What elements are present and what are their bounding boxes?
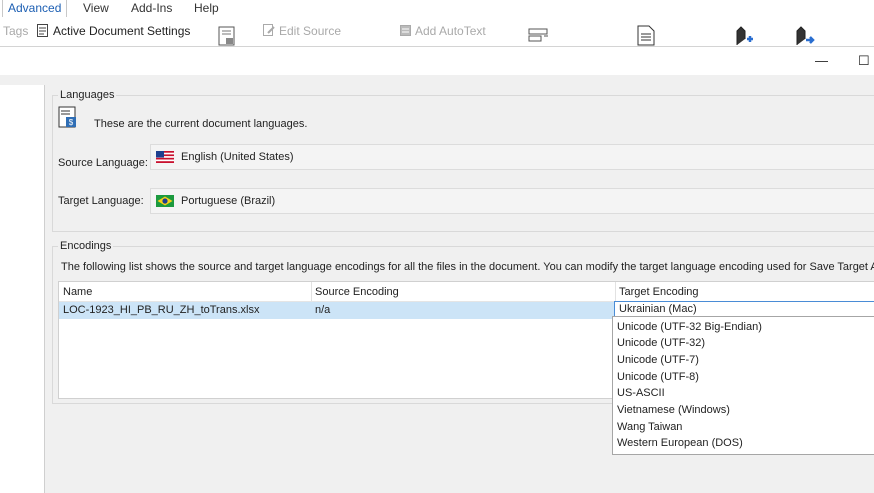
us-flag-icon <box>156 151 174 163</box>
encoding-option[interactable]: Unicode (UTF-32) <box>617 337 705 349</box>
target-language-label: Target Language: <box>58 195 144 207</box>
add-autotext-icon <box>400 25 411 39</box>
active-document-settings-button[interactable]: Active Document Settings <box>53 24 190 38</box>
target-encoding-dropdown: Unicode (UTF-32 Big-Endian) Unicode (UTF… <box>612 316 874 455</box>
navigation-pane <box>0 85 45 493</box>
tab-help[interactable]: Help <box>194 1 219 15</box>
row-file-name: LOC-1923_HI_PB_RU_ZH_toTrans.xlsx <box>63 304 260 316</box>
row-source-encoding: n/a <box>315 304 331 316</box>
encoding-option[interactable]: Wang Taiwan <box>617 421 682 433</box>
language-document-icon: $ <box>58 106 78 131</box>
source-language-field[interactable]: English (United States) <box>150 144 874 170</box>
window-title-strip: — ☐ <box>0 47 874 75</box>
edit-source-button[interactable]: Edit Source <box>279 24 341 38</box>
source-language-label: Source Language: <box>58 157 148 169</box>
document-text-icon[interactable] <box>637 25 655 49</box>
target-encoding-value: Ukrainian (Mac) <box>619 303 697 315</box>
languages-group-title: Languages <box>58 89 117 101</box>
brazil-flag-icon <box>156 195 174 207</box>
encoding-option[interactable]: Western European (DOS) <box>617 437 743 449</box>
edit-source-icon <box>263 24 275 39</box>
encoding-option[interactable]: US-ASCII <box>617 387 665 399</box>
target-language-value: Portuguese (Brazil) <box>181 195 276 207</box>
field-form-icon[interactable] <box>528 28 550 49</box>
languages-description: These are the current document languages… <box>94 118 308 130</box>
encoding-option[interactable]: Unicode (UTF-8) <box>617 371 699 383</box>
document-settings-icon <box>37 24 48 40</box>
minimize-button[interactable]: — <box>815 53 828 68</box>
tab-advanced[interactable]: Advanced <box>1 0 68 17</box>
tab-view[interactable]: View <box>83 1 109 15</box>
maximize-button[interactable]: ☐ <box>858 53 870 69</box>
tab-add-ins[interactable]: Add-Ins <box>131 1 172 15</box>
document-lock-icon[interactable] <box>218 26 236 49</box>
column-divider[interactable] <box>615 282 616 301</box>
add-autotext-button[interactable]: Add AutoText <box>415 24 486 38</box>
ribbon-toolbar: Tags Active Document Settings Edit Sourc… <box>0 18 874 47</box>
target-language-field[interactable]: Portuguese (Brazil) <box>150 188 874 214</box>
encodings-description: The following list shows the source and … <box>61 261 874 273</box>
source-language-value: English (United States) <box>181 151 294 163</box>
encoding-option[interactable]: Vietnamese (Windows) <box>617 404 730 416</box>
encoding-option[interactable]: Unicode (UTF-32 Big-Endian) <box>617 321 762 333</box>
column-divider[interactable] <box>311 282 312 301</box>
ribbon-tab-bar: Advanced View Add-Ins Help <box>0 0 874 18</box>
column-header-source-encoding[interactable]: Source Encoding <box>315 286 399 298</box>
column-header-name[interactable]: Name <box>63 286 92 298</box>
table-row[interactable]: LOC-1923_HI_PB_RU_ZH_toTrans.xlsx n/a <box>59 302 615 319</box>
encodings-group-title: Encodings <box>58 240 114 252</box>
encoding-option[interactable]: Unicode (UTF-7) <box>617 354 699 366</box>
column-header-target-encoding[interactable]: Target Encoding <box>619 286 699 298</box>
svg-text:$: $ <box>69 118 74 127</box>
tags-button[interactable]: Tags <box>3 24 28 38</box>
